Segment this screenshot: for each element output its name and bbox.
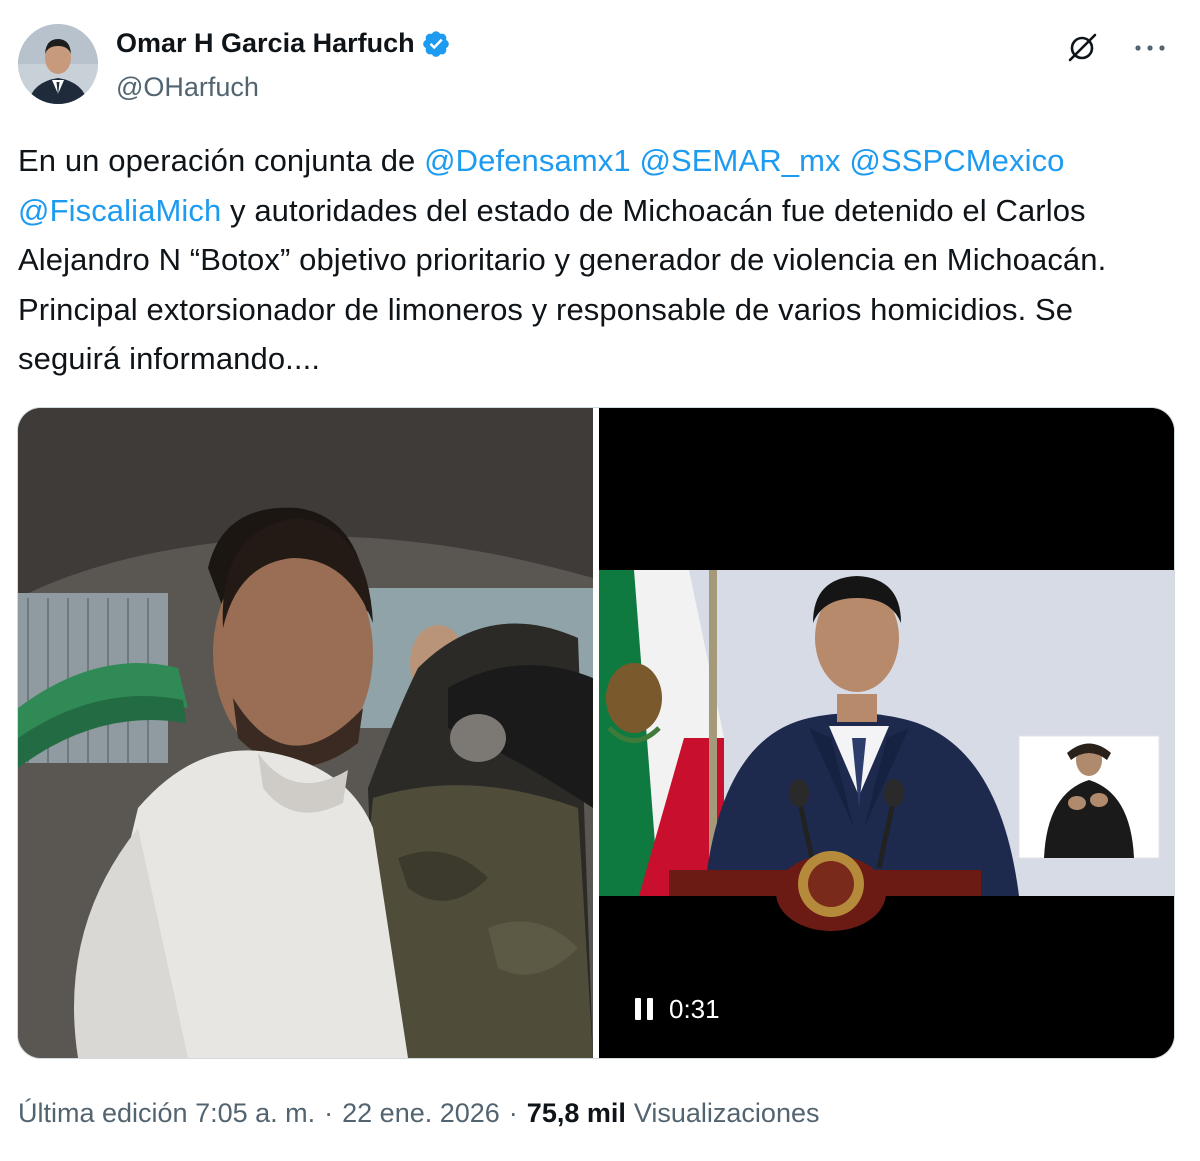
mention-link[interactable]: @Defensamx1 xyxy=(424,143,631,178)
tweet-actions-top xyxy=(1060,26,1172,70)
grok-slash-icon xyxy=(1068,33,1097,62)
video-frame-image xyxy=(599,408,1174,1058)
author-name[interactable]: Omar H Garcia Harfuch xyxy=(116,28,415,59)
mention-link[interactable]: @SEMAR_mx xyxy=(639,143,840,178)
mention-link[interactable]: @SSPCMexico xyxy=(849,143,1064,178)
tweet-meta: Última edición 7:05 a. m. · 22 ene. 2026… xyxy=(18,1098,819,1129)
avatar-image xyxy=(18,24,98,104)
media-grid: 0:31 xyxy=(17,407,1175,1059)
avatar[interactable] xyxy=(18,24,98,104)
separator: · xyxy=(324,1098,334,1128)
views-count: 75,8 mil xyxy=(526,1098,626,1128)
pause-icon[interactable] xyxy=(635,997,655,1022)
more-button[interactable] xyxy=(1128,26,1172,70)
separator: · xyxy=(508,1098,518,1128)
views-label: Visualizaciones xyxy=(633,1098,820,1128)
tweet-text: En un operación conjunta de @Defensamx1 … xyxy=(18,136,1178,384)
mention-link[interactable]: @FiscaliaMich xyxy=(18,193,221,228)
video-time: 0:31 xyxy=(669,994,720,1024)
more-dots-icon xyxy=(1135,45,1165,51)
video-player[interactable]: 0:31 xyxy=(599,408,1174,1058)
author-name-row[interactable]: Omar H Garcia Harfuch xyxy=(116,28,451,59)
tweet-text-segment: En un operación conjunta de xyxy=(18,143,425,178)
author-handle[interactable]: @OHarfuch xyxy=(116,72,259,103)
photo-detainee-image xyxy=(18,408,593,1058)
video-controls: 0:31 xyxy=(635,994,720,1025)
verified-badge-icon xyxy=(422,30,449,57)
photo-detainee[interactable] xyxy=(18,408,593,1058)
grok-button[interactable] xyxy=(1060,26,1104,70)
edit-info-link[interactable]: Última edición 7:05 a. m. xyxy=(18,1098,315,1129)
tweet-date-link[interactable]: 22 ene. 2026 xyxy=(342,1098,500,1129)
